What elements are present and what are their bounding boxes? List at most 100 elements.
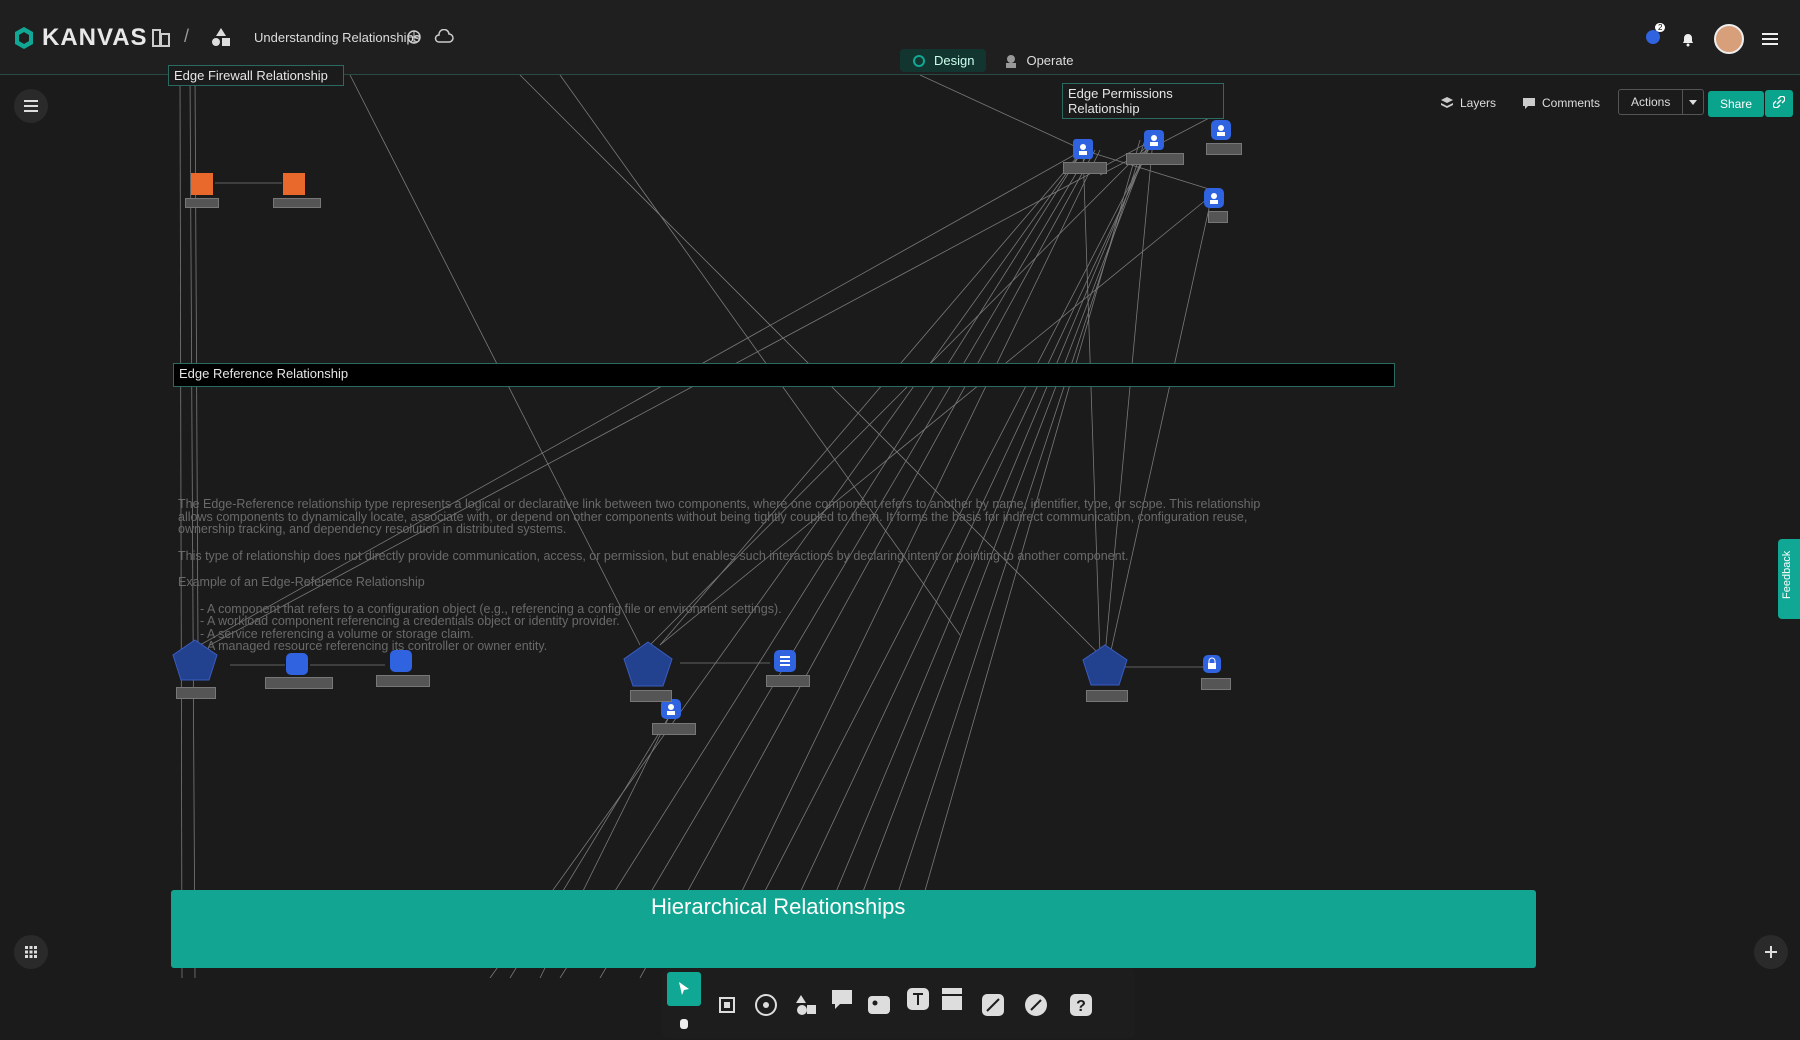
copy-link-button[interactable]	[1765, 90, 1794, 117]
permissions-relationship-box[interactable]: Edge Permissions Relationship	[1062, 83, 1224, 119]
user-icon	[667, 704, 675, 715]
cloud-sync-icon[interactable]	[434, 29, 454, 45]
user-icon	[1079, 144, 1087, 155]
notification-count: 2	[1655, 22, 1666, 32]
tab-design[interactable]: Design	[900, 49, 987, 72]
actions-control: Actions	[1618, 89, 1705, 115]
pan-tool[interactable]	[667, 1006, 701, 1040]
description-paragraph-2: This type of relationship does not direc…	[178, 548, 1129, 563]
node-label	[273, 198, 321, 208]
pencil-icon	[1025, 994, 1047, 1016]
role-binding-node[interactable]	[661, 699, 681, 719]
annotate-tool[interactable]	[1019, 988, 1053, 1022]
description-paragraph-1: The Edge-Reference relationship type rep…	[178, 497, 1261, 536]
avatar[interactable]	[1714, 24, 1744, 54]
node-label	[176, 687, 216, 699]
tab-operate-label: Operate	[1026, 53, 1074, 68]
persistent-volume-claim-node[interactable]	[286, 653, 308, 675]
top-right-actions: 2	[1644, 22, 1778, 54]
node-label	[1201, 678, 1231, 690]
comments-button[interactable]: Comments	[1522, 96, 1600, 110]
share-control: Share	[1708, 90, 1794, 117]
config-map-node[interactable]	[774, 650, 796, 672]
breadcrumb-separator: /	[184, 26, 190, 46]
component-icon	[719, 997, 735, 1013]
node-label	[630, 690, 672, 702]
node-label	[1086, 690, 1128, 702]
zoom-in-button[interactable]	[1754, 935, 1788, 969]
image-tool[interactable]	[862, 988, 896, 1022]
description-heading: Example of an Edge-Reference Relationshi…	[178, 575, 425, 589]
actions-button[interactable]: Actions	[1618, 89, 1684, 115]
pen-icon	[982, 994, 1004, 1016]
design-mode-icon	[913, 54, 925, 67]
persistent-volume-node[interactable]	[390, 650, 412, 672]
shapes-tool[interactable]	[788, 988, 822, 1022]
apps-grid-button[interactable]	[14, 935, 48, 969]
node-label	[652, 723, 696, 735]
hierarchical-relationships-section[interactable]: Hierarchical Relationships	[171, 890, 1536, 968]
role-node[interactable]	[1204, 188, 1224, 208]
workspace-icon[interactable]	[150, 26, 172, 48]
orange-node-2[interactable]	[283, 173, 305, 195]
lock-icon	[1208, 657, 1216, 669]
canvas-menu-button[interactable]	[14, 89, 48, 123]
text-tool[interactable]	[901, 982, 935, 1016]
shapes-icon	[796, 995, 816, 1015]
chevron-down-icon	[1689, 100, 1698, 105]
secret-node[interactable]	[1203, 655, 1221, 673]
kubernetes-icon[interactable]	[406, 29, 422, 45]
node-label	[185, 198, 219, 208]
top-bar: KANVAS / Understanding Relationships Des…	[0, 0, 1800, 75]
comment-icon	[1523, 97, 1535, 109]
section-icon	[942, 988, 962, 1010]
deployment-node-3[interactable]	[1081, 643, 1129, 687]
mode-tabs: Design Operate	[900, 49, 1085, 72]
kanvas-logo-icon	[15, 27, 33, 49]
design-shapes-icon[interactable]	[210, 26, 232, 48]
deployment-node-2[interactable]	[622, 640, 674, 688]
design-canvas[interactable]: Edge Firewall Relationship Edge Permissi…	[0, 65, 1800, 1038]
user-icon	[1150, 135, 1158, 146]
section-tool[interactable]	[935, 982, 969, 1016]
app-name: KANVAS	[42, 24, 148, 51]
list-item: A workload component referencing a crede…	[200, 615, 1278, 628]
help-icon: ?	[1070, 994, 1092, 1016]
kubernetes-tool[interactable]	[749, 988, 783, 1022]
help-tool[interactable]: ?	[1064, 988, 1098, 1022]
reference-description: The Edge-Reference relationship type rep…	[178, 498, 1278, 653]
draw-tool[interactable]	[976, 988, 1010, 1022]
deployment-node-1[interactable]	[171, 638, 219, 682]
tab-design-label: Design	[934, 53, 975, 68]
component-tool[interactable]	[710, 988, 744, 1022]
comment-icon	[832, 990, 852, 1009]
feedback-label: Feedback	[1781, 550, 1793, 599]
service-account-node[interactable]	[1073, 139, 1093, 159]
design-title[interactable]: Understanding Relationships	[254, 30, 420, 45]
firewall-relationship-box[interactable]: Edge Firewall Relationship	[168, 65, 344, 86]
plus-icon	[1765, 946, 1777, 958]
cluster-role-node[interactable]	[1211, 120, 1231, 140]
comments-label: Comments	[1542, 96, 1601, 110]
user-icon	[1210, 193, 1218, 204]
share-button[interactable]: Share	[1708, 90, 1765, 117]
tab-operate[interactable]: Operate	[992, 49, 1085, 72]
select-tool[interactable]	[667, 972, 701, 1006]
kanvas-logo[interactable]: KANVAS	[12, 24, 148, 52]
text-icon	[907, 988, 929, 1010]
node-label	[1126, 153, 1184, 165]
node-label	[1208, 211, 1228, 223]
cluster-role-binding-node[interactable]	[1144, 130, 1164, 150]
bell-icon[interactable]	[1680, 31, 1696, 47]
hamburger-menu-icon[interactable]	[1762, 32, 1778, 46]
layers-button[interactable]: Layers	[1440, 96, 1496, 110]
notifications-center[interactable]: 2	[1644, 22, 1666, 51]
layers-label: Layers	[1460, 96, 1497, 110]
feedback-tab[interactable]: Feedback	[1778, 539, 1800, 619]
comment-tool[interactable]	[825, 982, 859, 1016]
node-label	[1206, 143, 1242, 155]
node-label	[766, 675, 810, 687]
actions-dropdown[interactable]	[1682, 89, 1705, 115]
reference-relationship-box[interactable]: Edge Reference Relationship	[173, 363, 1395, 387]
orange-node-1[interactable]	[191, 173, 213, 195]
